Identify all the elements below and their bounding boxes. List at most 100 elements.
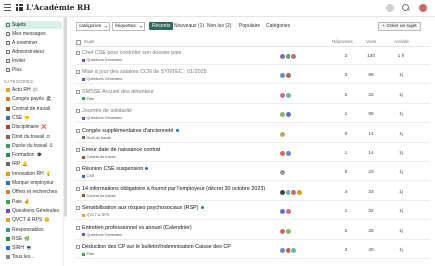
row-checkbox[interactable] xyxy=(76,109,80,114)
topic-title-link[interactable]: Mise à jour des salaires CCN de SYNTEC :… xyxy=(82,69,207,75)
topic-category-badge[interactable]: Paie xyxy=(82,252,94,256)
replies-count[interactable]: 2 xyxy=(337,54,355,59)
tab-new[interactable]: Nouveaux (1) xyxy=(174,23,204,29)
topic-category-badge[interactable]: Questions Générales xyxy=(82,77,122,81)
topic-category-badge[interactable]: Questions Générales xyxy=(82,116,122,120)
activity-time[interactable]: 1j xyxy=(392,248,410,253)
topic-row[interactable]: Déduction des CP sur le bulletin/Indemni… xyxy=(76,243,430,259)
sidebar-category-item[interactable]: SIRH 💻 xyxy=(4,244,62,252)
sidebar-category-item[interactable]: Innovation RH 💡 xyxy=(4,170,62,178)
row-checkbox[interactable] xyxy=(76,167,80,172)
tab-popular[interactable]: Populaire xyxy=(239,23,260,29)
replies-count[interactable]: 3 xyxy=(337,248,355,253)
sidebar-category-item[interactable]: Questions Générales xyxy=(4,207,62,215)
row-checkbox[interactable] xyxy=(76,70,80,75)
topic-title-link[interactable]: Chef CSE pour contrôler son dossier paie xyxy=(82,50,181,56)
sidebar-category-item[interactable]: Offres et recherches xyxy=(4,188,62,196)
topic-title-link[interactable]: Congés supplémentaires d'ancienneté xyxy=(82,128,179,134)
tab-categories[interactable]: Catégories xyxy=(266,23,290,29)
topic-title-link[interactable]: Réunion CSE suspension xyxy=(82,166,149,172)
poster-avatar[interactable] xyxy=(284,208,292,216)
sidebar-scrollbar[interactable] xyxy=(64,17,67,217)
sidebar-item-invite[interactable]: Inviter xyxy=(4,57,62,65)
user-avatar[interactable] xyxy=(419,4,427,12)
sidebar-category-item[interactable]: Congés payés 🏖 xyxy=(4,95,62,103)
replies-count[interactable]: 1 xyxy=(337,151,355,156)
poster-avatar[interactable] xyxy=(279,169,286,177)
menu-icon[interactable] xyxy=(4,4,11,11)
sidebar-category-item[interactable]: Disciplinaire ❌ xyxy=(4,123,62,131)
sidebar-category-item[interactable]: RSE 🌿 xyxy=(4,235,62,243)
activity-time[interactable]: 1j xyxy=(392,151,410,156)
replies-count[interactable]: 0 xyxy=(337,170,355,175)
topic-title-link[interactable]: 14 informations obligatoire à fournir pa… xyxy=(82,186,265,192)
row-checkbox[interactable] xyxy=(76,186,80,191)
new-topic-button[interactable]: + Créer un sujet xyxy=(378,22,421,31)
sidebar-category-item[interactable]: Marque employeur xyxy=(4,179,62,187)
replies-count[interactable]: 1 xyxy=(337,112,355,117)
topic-row[interactable]: SMSSE Accueil des détenteur Paie 2 22 1j xyxy=(76,88,430,104)
select-all-checkbox[interactable] xyxy=(76,40,81,45)
topic-category-badge[interactable]: QVCT & RPS xyxy=(82,213,109,217)
replies-count[interactable]: 4 xyxy=(337,190,355,195)
row-checkbox[interactable] xyxy=(76,206,80,211)
topic-row[interactable]: Erreur date de naissance contrat Contrat … xyxy=(76,146,430,162)
sidebar-category-item[interactable]: Durée du travail ⏱ xyxy=(4,142,62,150)
sidebar-item-topics[interactable]: Sujets xyxy=(4,21,62,29)
site-logo[interactable]: L'Académie RH xyxy=(26,3,90,12)
activity-time[interactable]: 1j xyxy=(392,112,410,117)
sidebar-category-item[interactable]: QVCT & RPS 😊 xyxy=(4,216,62,224)
sidebar-item-admin[interactable]: Administrateur xyxy=(4,48,62,56)
sidebar-category-item[interactable]: Droit du travail ⚖ xyxy=(4,133,62,141)
categories-heading[interactable]: CATÉGORIES xyxy=(4,79,33,84)
chat-icon[interactable] xyxy=(386,4,394,12)
topic-row[interactable]: Entretien professionnel vs annuel (Calen… xyxy=(76,224,430,240)
poster-avatar[interactable] xyxy=(284,227,292,235)
topic-title-link[interactable]: Déduction des CP sur le bulletin/Indemni… xyxy=(82,244,231,250)
header-views[interactable]: Vues xyxy=(366,39,376,44)
topic-category-badge[interactable]: Paie xyxy=(82,97,94,101)
row-checkbox[interactable] xyxy=(76,128,80,133)
activity-time[interactable]: 1 h xyxy=(392,54,410,59)
poster-avatar[interactable] xyxy=(284,111,292,119)
topic-row[interactable]: Réunion CSE suspension CSE 0 23 1j xyxy=(76,165,430,182)
row-checkbox[interactable] xyxy=(76,51,80,55)
activity-time[interactable]: 1j xyxy=(392,170,410,175)
poster-avatar[interactable] xyxy=(295,188,303,196)
topic-title-link[interactable]: Erreur date de naissance contrat xyxy=(82,147,160,153)
poster-avatar[interactable] xyxy=(290,53,297,60)
row-checkbox[interactable] xyxy=(76,89,80,94)
poster-avatar[interactable] xyxy=(284,150,292,157)
activity-time[interactable]: 1j xyxy=(392,190,410,195)
sidebar-category-item[interactable]: Actu RH 📰 xyxy=(4,86,62,94)
topic-category-badge[interactable]: Contrat de travail xyxy=(82,194,115,198)
sidebar-category-item[interactable]: Formation 🎓 xyxy=(4,151,62,159)
sidebar-category-item[interactable]: IRP 🔔 xyxy=(4,160,62,168)
row-checkbox[interactable] xyxy=(76,148,80,152)
tab-unread[interactable]: Non lus (2) xyxy=(207,23,231,29)
poster-avatar[interactable] xyxy=(290,247,297,254)
topic-category-badge[interactable]: CSE xyxy=(82,174,94,178)
sidebar-item-more[interactable]: Plus xyxy=(4,66,62,74)
header-topic[interactable]: Sujet xyxy=(84,39,94,44)
topic-category-badge[interactable]: Contrat de travail xyxy=(82,155,115,159)
replies-count[interactable]: 2 xyxy=(337,93,355,98)
poster-avatar[interactable] xyxy=(279,130,286,138)
tags-dropdown[interactable]: étiquettes xyxy=(112,22,145,31)
replies-count[interactable]: 1 xyxy=(337,209,355,214)
topic-row[interactable]: Mise à jour des salaires CCN de SYNTEC :… xyxy=(76,68,430,85)
activity-time[interactable]: 1j xyxy=(392,132,410,137)
poster-avatar[interactable] xyxy=(284,91,292,99)
topic-row[interactable]: 14 informations obligatoire à fournir pa… xyxy=(76,185,430,201)
topic-row[interactable]: Congés supplémentaires d'ancienneté Droit… xyxy=(76,127,430,143)
replies-count[interactable]: 0 xyxy=(337,132,355,137)
topic-title-link[interactable]: Sensibilisation aux risques psychosociau… xyxy=(82,205,204,211)
topic-title-link[interactable]: Journée de solidarité xyxy=(82,108,132,114)
poster-avatar[interactable] xyxy=(284,72,292,80)
header-replies[interactable]: Réponses xyxy=(332,39,353,44)
sidebar-item-messages[interactable]: Mes messages xyxy=(4,30,62,38)
sidebar-category-item[interactable]: Contrat de travail xyxy=(4,105,62,113)
topic-row[interactable]: Chef CSE pour contrôler son dossier paie… xyxy=(76,49,430,65)
category-dropdown[interactable]: catégories xyxy=(76,22,110,31)
header-activity[interactable]: Activité xyxy=(394,39,409,44)
